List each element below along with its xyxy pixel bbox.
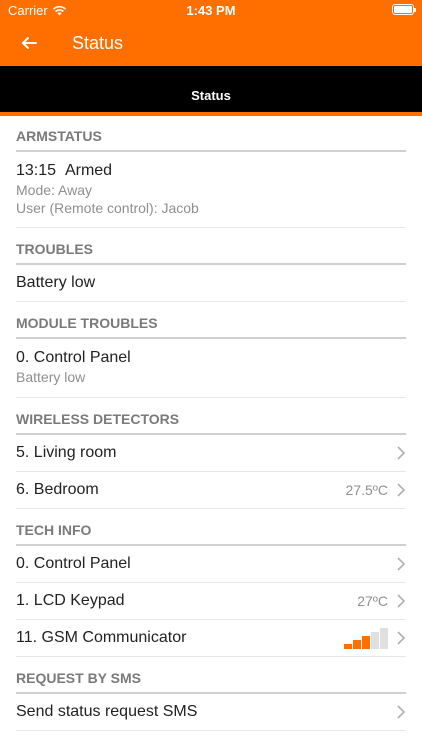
arm-time: 13:15 xyxy=(16,162,57,179)
chevron-right-icon xyxy=(397,483,406,497)
chevron-right-icon xyxy=(397,594,406,608)
tab-status[interactable]: Status xyxy=(0,66,422,112)
detector-row-living-room[interactable]: 5. Living room xyxy=(16,435,406,472)
tech-title: 11. GSM Communicator xyxy=(16,629,187,646)
module-trouble-title: 0. Control Panel xyxy=(16,349,131,366)
tech-row-control-panel[interactable]: 0. Control Panel xyxy=(16,546,406,583)
tech-title: 1. LCD Keypad xyxy=(16,592,125,609)
nav-bar: Status xyxy=(0,22,422,66)
armstatus-row: 13:15 Armed Mode: Away User (Remote cont… xyxy=(16,152,406,228)
page-title: Status xyxy=(72,33,124,53)
section-header-armstatus: ARMSTATUS xyxy=(16,116,406,152)
module-trouble-item: 0. Control Panel Battery low xyxy=(16,339,406,398)
section-header-tech-info: TECH INFO xyxy=(16,509,406,546)
module-trouble-subtitle: Battery low xyxy=(16,369,86,385)
detector-title: 6. Bedroom xyxy=(16,481,99,498)
tab-bar: Status xyxy=(0,66,422,116)
arm-mode: Mode: Away xyxy=(16,182,93,198)
arm-state: Armed xyxy=(64,162,113,179)
section-header-wireless-detectors: WIRELESS DETECTORS xyxy=(16,398,406,435)
status-bar: Carrier 1:43 PM xyxy=(0,0,422,22)
sms-request-row[interactable]: Send status request SMS xyxy=(16,694,406,731)
tab-indicator xyxy=(0,112,422,116)
detector-row-bedroom[interactable]: 6. Bedroom 27.5ºC xyxy=(16,472,406,509)
trouble-item: Battery low xyxy=(16,265,406,302)
signal-bar xyxy=(380,627,388,649)
signal-bar xyxy=(353,639,361,649)
tech-title: 0. Control Panel xyxy=(16,555,131,572)
arm-user: User (Remote control): Jacob xyxy=(16,200,199,216)
clock: 1:43 PM xyxy=(186,3,236,18)
chevron-right-icon xyxy=(397,557,406,571)
trouble-title: Battery low xyxy=(16,274,96,291)
signal-bar xyxy=(362,635,370,649)
back-arrow-icon[interactable] xyxy=(18,32,40,54)
arm-status-line: 13:15 Armed xyxy=(16,162,406,180)
section-header-request-by-sms: REQUEST BY SMS xyxy=(16,657,406,694)
chevron-right-icon xyxy=(397,446,406,460)
section-header-module-troubles: MODULE TROUBLES xyxy=(16,302,406,339)
detector-title: 5. Living room xyxy=(16,444,117,461)
signal-bar xyxy=(344,643,352,649)
tech-row-lcd-keypad[interactable]: 1. LCD Keypad 27ºC xyxy=(16,583,406,620)
tech-row-gsm-communicator[interactable]: 11. GSM Communicator xyxy=(16,620,406,657)
chevron-right-icon xyxy=(397,705,406,719)
section-header-troubles: TROUBLES xyxy=(16,228,406,265)
signal-strength-icon xyxy=(344,627,388,649)
battery-icon xyxy=(392,4,416,15)
temperature-value: 27.5ºC xyxy=(345,482,388,498)
sms-request-title: Send status request SMS xyxy=(16,703,198,720)
status-content: ARMSTATUS 13:15 Armed Mode: Away User (R… xyxy=(0,116,422,731)
chevron-right-icon xyxy=(397,631,406,645)
temperature-value: 27ºC xyxy=(357,593,388,609)
signal-bar xyxy=(371,631,379,649)
